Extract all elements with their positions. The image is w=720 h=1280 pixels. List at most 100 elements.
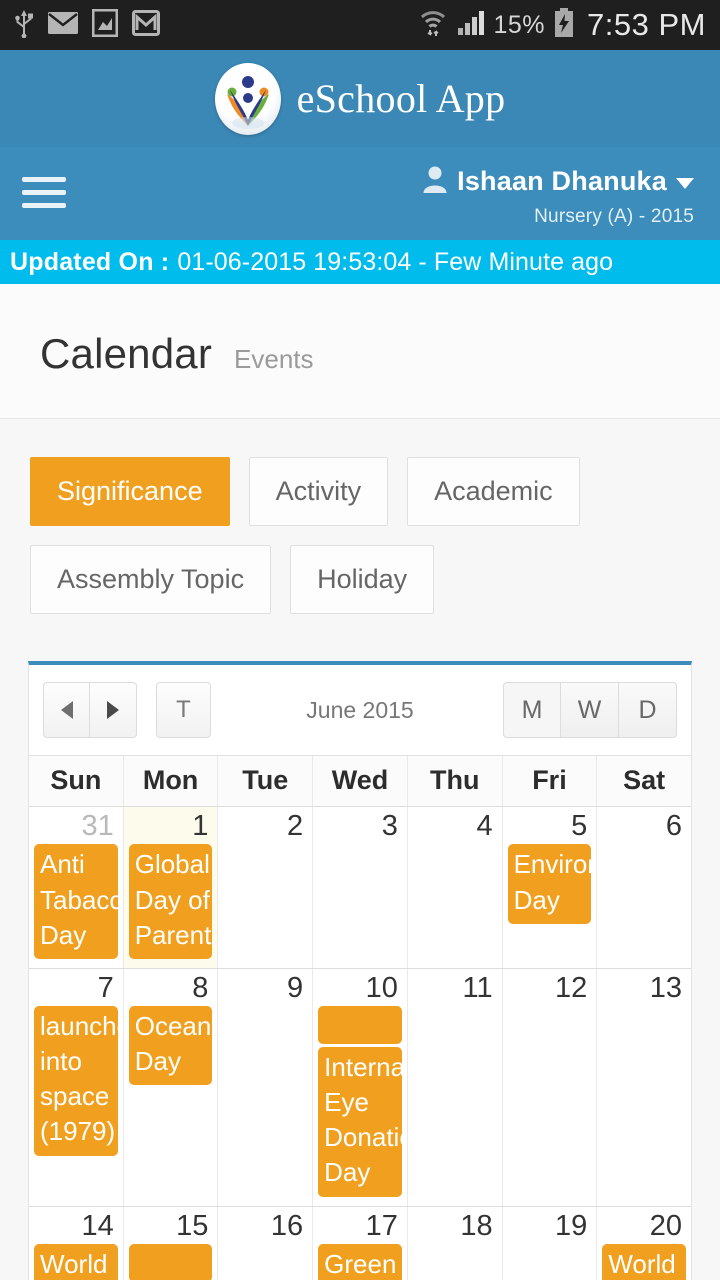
android-status-bar: 15% 7:53 PM bbox=[0, 0, 720, 50]
prev-month-button[interactable] bbox=[43, 682, 90, 738]
calendar-day-cell[interactable]: 31Anti Tabacco Day bbox=[29, 807, 123, 968]
user-name-label: Ishaan Dhanuka bbox=[457, 166, 667, 196]
updated-on-value: 01-06-2015 19:53:04 - Few Minute ago bbox=[177, 247, 614, 276]
day-number: 2 bbox=[287, 810, 304, 842]
calendar-event[interactable]: Global Day of Parents bbox=[128, 844, 213, 959]
day-header-sat: Sat bbox=[596, 756, 691, 806]
calendar-event[interactable]: Oceans Day bbox=[128, 1006, 213, 1086]
app-brand-bar: eSchool App bbox=[0, 50, 720, 147]
chevron-right-icon bbox=[107, 701, 119, 719]
day-number: 31 bbox=[81, 810, 114, 842]
calendar-day-cell[interactable]: 10 International Eye Donation Day bbox=[312, 968, 407, 1206]
calendar-day-cell[interactable]: 17 Green bbox=[312, 1206, 407, 1280]
day-number: 11 bbox=[462, 971, 493, 1004]
filter-chip-holiday[interactable]: Holiday bbox=[290, 545, 435, 614]
battery-charging-icon bbox=[554, 7, 574, 43]
calendar-view-m[interactable]: M bbox=[503, 682, 561, 738]
page-title: Calendar bbox=[40, 330, 213, 377]
day-number: 17 bbox=[365, 1209, 398, 1242]
calendar-day-headers: Sun Mon Tue Wed Thu Fri Sat bbox=[29, 755, 691, 806]
battery-percent-label: 15% bbox=[493, 10, 546, 39]
calendar-event[interactable]: Green bbox=[318, 1243, 402, 1280]
screenshot-icon bbox=[91, 8, 119, 42]
calendar-day-cell[interactable]: 5Environment Day bbox=[501, 807, 597, 968]
menu-hamburger-icon[interactable] bbox=[22, 165, 66, 216]
calendar-day-cell[interactable]: 4 bbox=[406, 807, 502, 968]
user-name-row[interactable]: Ishaan Dhanuka bbox=[422, 165, 694, 198]
calendar-day-cell[interactable]: 2 bbox=[217, 807, 313, 968]
day-number: 12 bbox=[555, 971, 588, 1004]
wifi-icon bbox=[418, 8, 448, 43]
user-header-bar: Ishaan Dhanuka Nursery (A) - 2015 bbox=[0, 147, 720, 240]
calendar-event[interactable]: Anti Tabacco Day bbox=[34, 844, 118, 959]
calendar-day-cell[interactable]: 19 bbox=[501, 1206, 597, 1280]
calendar-event-blank[interactable] bbox=[128, 1243, 213, 1280]
day-number: 5 bbox=[571, 810, 588, 842]
calendar-day-cell[interactable]: 11 bbox=[406, 968, 502, 1206]
calendar-week-row: 14 World 15 16 17 Green 18 19 20 World bbox=[29, 1205, 692, 1280]
event-category-filters: Significance Activity Academic Assembly Top… bbox=[0, 419, 700, 614]
day-header-wed: Wed bbox=[312, 756, 407, 806]
user-avatar-icon bbox=[422, 165, 448, 198]
day-number: 9 bbox=[287, 971, 304, 1004]
next-month-button[interactable] bbox=[90, 682, 137, 738]
calendar-weeks: 31Anti Tabacco Day1Global Day of Parents… bbox=[29, 806, 692, 1280]
calendar-view-w[interactable]: W bbox=[561, 682, 619, 738]
calendar-event[interactable]: International Eye Donation Day bbox=[318, 1047, 402, 1197]
user-class-label: Nursery (A) - 2015 bbox=[534, 206, 694, 227]
usb-icon bbox=[14, 8, 34, 43]
calendar-day-cell[interactable]: 9 bbox=[217, 968, 313, 1206]
calendar-day-cell[interactable]: 3 bbox=[312, 807, 407, 968]
day-number: 7 bbox=[97, 971, 114, 1004]
day-number: 20 bbox=[649, 1209, 683, 1242]
email-icon bbox=[48, 11, 78, 39]
hamburger-line bbox=[22, 177, 66, 182]
calendar-event[interactable]: World bbox=[602, 1243, 687, 1280]
day-header-fri: Fri bbox=[501, 756, 597, 806]
calendar-event[interactable]: launched into space (1979) bbox=[34, 1006, 118, 1156]
today-button[interactable]: T bbox=[156, 682, 211, 738]
filter-chip-significance[interactable]: Significance bbox=[30, 457, 230, 526]
user-info-block[interactable]: Ishaan Dhanuka Nursery (A) - 2015 bbox=[422, 165, 698, 228]
calendar-day-cell[interactable]: 8Oceans Day bbox=[122, 968, 218, 1206]
calendar-day-cell[interactable]: 13 bbox=[596, 968, 692, 1206]
calendar-day-cell[interactable]: 7launched into space (1979) bbox=[29, 968, 123, 1206]
day-number: 19 bbox=[555, 1209, 588, 1242]
day-number: 16 bbox=[270, 1209, 304, 1242]
last-updated-bar: Updated On : 01-06-2015 19:53:04 - Few M… bbox=[0, 240, 720, 284]
calendar-day-cell[interactable]: 16 bbox=[217, 1206, 313, 1280]
page-subtitle: Events bbox=[234, 344, 314, 374]
hamburger-line bbox=[22, 203, 66, 208]
calendar-nav-group bbox=[43, 682, 137, 738]
calendar-view-switch: MWD bbox=[503, 682, 677, 738]
gmail-icon bbox=[132, 9, 160, 41]
chevron-down-icon[interactable] bbox=[676, 178, 694, 189]
status-notification-icons bbox=[14, 8, 160, 43]
calendar-widget: T June 2015 MWD Sun Mon Tue Wed Thu Fri Sat 31… bbox=[28, 661, 692, 1280]
calendar-day-cell[interactable]: 20 World bbox=[596, 1206, 692, 1280]
day-number: 8 bbox=[192, 971, 209, 1004]
calendar-day-cell[interactable]: 15 bbox=[122, 1206, 218, 1280]
filter-chip-activity[interactable]: Activity bbox=[248, 457, 389, 526]
calendar-event[interactable]: Environment Day bbox=[507, 844, 592, 924]
day-number: 18 bbox=[460, 1209, 493, 1242]
day-header-tue: Tue bbox=[217, 756, 312, 806]
day-header-sun: Sun bbox=[50, 765, 102, 795]
eschool-logo-icon bbox=[214, 62, 281, 135]
status-system-icons: 15% 7:53 PM bbox=[418, 7, 707, 43]
calendar-day-cell[interactable]: 14 World bbox=[29, 1206, 123, 1280]
calendar-toolbar: T June 2015 MWD bbox=[29, 665, 691, 755]
page-header: Calendar Events bbox=[0, 284, 720, 419]
calendar-event-blank[interactable] bbox=[318, 1006, 402, 1045]
day-number: 4 bbox=[476, 810, 493, 842]
calendar-day-cell[interactable]: 18 bbox=[406, 1206, 502, 1280]
day-header-thu: Thu bbox=[406, 756, 502, 806]
calendar-day-cell[interactable]: 6 bbox=[596, 807, 692, 968]
calendar-event[interactable]: World bbox=[34, 1243, 118, 1280]
calendar-day-cell[interactable]: 1Global Day of Parents bbox=[122, 807, 218, 968]
filter-chip-academic[interactable]: Academic bbox=[407, 457, 580, 526]
calendar-view-d[interactable]: D bbox=[619, 682, 677, 738]
filter-chip-assembly-topic[interactable]: Assembly Topic bbox=[30, 545, 272, 614]
day-number: 1 bbox=[192, 810, 209, 842]
calendar-day-cell[interactable]: 12 bbox=[501, 968, 597, 1206]
